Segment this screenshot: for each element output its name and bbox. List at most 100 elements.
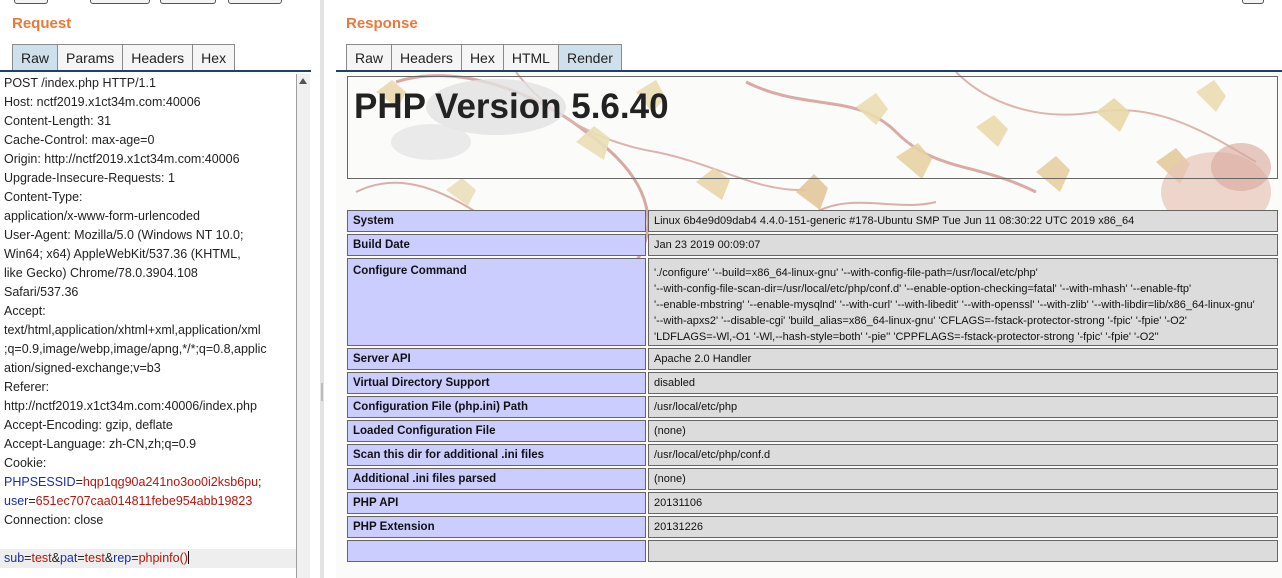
request-line: Accept-Language: zh-CN,zh;q=0.9 [4, 437, 197, 451]
request-line: Referer: [4, 380, 50, 394]
request-line: Content-Type: [4, 190, 83, 204]
equals-sign: = [131, 551, 139, 565]
ampersand: & [104, 551, 114, 565]
request-line: Accept-Encoding: gzip, deflate [4, 418, 173, 432]
row-label: Build Date [347, 234, 646, 256]
request-line-connection: Connection: close [4, 513, 104, 527]
row-label: Loaded Configuration File [347, 420, 646, 442]
tab-underline [0, 70, 311, 72]
pane-splitter[interactable] [316, 0, 336, 578]
table-row: PHP Extension 20131226 [347, 516, 1278, 538]
toolbar-button[interactable] [160, 0, 216, 4]
cookie-key: PHPSESSID [4, 475, 76, 489]
phpinfo-table: System Linux 6b4e9d09dab4 4.4.0-151-gener… [345, 208, 1280, 564]
table-row: Scan this dir for additional .ini files /… [347, 444, 1278, 466]
row-label: System [347, 210, 646, 232]
toolbar-button[interactable] [1242, 0, 1264, 4]
row-label: Additional .ini files parsed [347, 468, 646, 490]
equals-sign: = [75, 475, 83, 489]
response-tab-hex[interactable]: Hex [460, 44, 504, 70]
request-body: sub=test&pat=test&rep=phpinfo() [0, 549, 296, 568]
equals-sign: = [77, 551, 85, 565]
text-cursor [187, 551, 189, 564]
table-row: PHP API 20131106 [347, 492, 1278, 514]
request-tab-raw[interactable]: Raw [12, 44, 59, 70]
table-row: Server API Apache 2.0 Handler [347, 348, 1278, 370]
request-editor[interactable]: POST /index.php HTTP/1.1 Host: nctf2019.… [0, 74, 297, 578]
row-value: 20131226 [648, 516, 1278, 538]
response-tab-headers[interactable]: Headers [391, 44, 462, 70]
request-line: Safari/537.36 [4, 285, 79, 299]
table-row [347, 540, 1278, 562]
request-tabs: Raw Params Headers Hex [12, 44, 236, 70]
request-line: Host: nctf2019.x1ct34m.com:40006 [4, 95, 201, 109]
table-row: Additional .ini files parsed (none) [347, 468, 1278, 490]
ampersand: & [51, 551, 60, 565]
row-label [347, 540, 646, 562]
configure-line: 'LDFLAGS=-Wl,-O1 '-Wl,--hash-style=both'… [654, 331, 1159, 343]
rendered-page[interactable]: PHP Version 5.6.40 System Linux 6b4e9d09d… [336, 72, 1282, 578]
table-row: Configuration File (php.ini) Path/usr/lo… [347, 396, 1278, 418]
request-line: text/html,application/xhtml+xml,applicat… [4, 323, 261, 337]
request-line: ation/signed-exchange;v=b3 [4, 361, 161, 375]
request-scrollbar[interactable] [297, 74, 310, 578]
response-pane: Response Raw Headers Hex HTML Render PHP… [336, 0, 1282, 578]
response-tab-html[interactable]: HTML [502, 44, 559, 70]
body-param-value: test [31, 551, 52, 565]
table-row: Loaded Configuration File (none) [347, 420, 1278, 442]
row-value: (none) [648, 420, 1278, 442]
response-tab-render[interactable]: Render [557, 44, 622, 70]
row-label: Configuration File (php.ini) Path [347, 396, 646, 418]
toolbar-button[interactable] [90, 0, 150, 4]
cookie-key: user [4, 494, 29, 508]
table-row: Build Date Jan 23 2019 00:09:07 [347, 234, 1278, 256]
body-param-value: test [84, 551, 105, 565]
request-line: Upgrade-Insecure-Requests: 1 [4, 171, 175, 185]
request-line: Cookie: [4, 456, 47, 470]
equals-sign: = [28, 494, 36, 508]
row-label: PHP Extension [347, 516, 646, 538]
row-value: Linux 6b4e9d09dab4 4.4.0-151-generic #17… [648, 210, 1278, 232]
toolbar-button[interactable] [14, 0, 48, 4]
row-label: Virtual Directory Support [347, 372, 646, 394]
row-value: './configure' '--build=x86_64-linux-gnu'… [648, 258, 1278, 346]
body-param-key: pat [59, 551, 78, 565]
response-tabs: Raw Headers Hex HTML Render [346, 44, 622, 70]
body-param-key: sub [4, 551, 25, 565]
splitter-grip-icon[interactable] [321, 383, 323, 401]
request-line: ;q=0.9,image/webp,image/apng,*/*;q=0.8,a… [4, 342, 267, 356]
request-line: like Gecko) Chrome/78.0.3904.108 [4, 266, 198, 280]
row-label: Scan this dir for additional .ini files [347, 444, 646, 466]
php-version-header: PHP Version 5.6.40 [347, 76, 1278, 179]
request-tab-headers[interactable]: Headers [122, 44, 194, 70]
cookie-value: hqp1qg90a241no3oo0i2ksb6pu [82, 475, 259, 489]
row-value [648, 540, 1278, 562]
php-version-title: PHP Version 5.6.40 [354, 87, 669, 126]
request-line: Win64; x64) AppleWebKit/537.36 (KHTML, [4, 247, 241, 261]
body-param-key: rep [113, 551, 132, 565]
request-tab-params[interactable]: Params [57, 44, 124, 70]
table-row: Virtual Directory Support disabled [347, 372, 1278, 394]
request-line: application/x-www-form-urlencoded [4, 209, 200, 223]
scroll-up-arrow-icon[interactable] [299, 78, 307, 84]
separator: ; [258, 475, 262, 489]
row-label: Configure Command [347, 258, 646, 346]
request-line: http://nctf2019.x1ct34m.com:40006/index.… [4, 399, 257, 413]
response-tab-raw[interactable]: Raw [346, 44, 393, 70]
request-line: POST /index.php HTTP/1.1 [4, 76, 156, 90]
toolbar-button[interactable] [228, 0, 282, 4]
request-line: Origin: http://nctf2019.x1ct34m.com:4000… [4, 152, 240, 166]
row-label: PHP API [347, 492, 646, 514]
cookie-value: 651ec707caa014811febe954abb19823 [35, 494, 253, 508]
table-row: System Linux 6b4e9d09dab4 4.4.0-151-gener… [347, 210, 1278, 232]
request-line: Accept: [4, 304, 46, 318]
configure-line: '--enable-mbstring' '--enable-mysqlnd' '… [654, 299, 1255, 311]
splitter-rail[interactable] [320, 0, 324, 578]
configure-line: './configure' '--build=x86_64-linux-gnu'… [654, 267, 1038, 279]
request-line: User-Agent: Mozilla/5.0 (Windows NT 10.0… [4, 228, 244, 242]
request-line: Content-Length: 31 [4, 114, 112, 128]
request-title: Request [12, 15, 72, 32]
request-tab-hex[interactable]: Hex [192, 44, 236, 70]
row-value: (none) [648, 468, 1278, 490]
configure-line: '--with-apxs2' '--disable-cgi' 'build_al… [654, 315, 1187, 327]
